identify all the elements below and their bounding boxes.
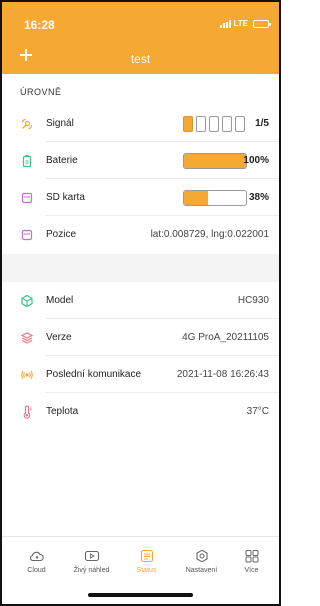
- position-icon: [21, 229, 33, 240]
- cell-signal-icon: [220, 19, 232, 28]
- signal-label: Signál: [46, 118, 74, 129]
- cloud-icon: [29, 551, 44, 562]
- temperature-label: Teplota: [46, 406, 79, 417]
- tab-status-label: Status: [136, 567, 157, 574]
- more-icon: [245, 550, 258, 563]
- temperature-row: Teplota 37°C: [2, 393, 279, 430]
- last-communication-value: 2021-11-08 16:26:43: [176, 369, 269, 380]
- header-bar: 16:28 LTE test: [2, 2, 279, 74]
- signal-segment: [222, 115, 232, 132]
- thermometer-icon: [23, 405, 32, 419]
- position-label: Pozice: [46, 229, 77, 240]
- info-list: Model HC930 Verze 4G ProA_20211105 Posle…: [2, 282, 279, 430]
- tab-more-label: Více: [244, 567, 259, 574]
- tab-cloud-label: Cloud: [27, 567, 46, 574]
- model-row: Model HC930: [2, 282, 279, 319]
- model-value: HC930: [237, 295, 269, 306]
- tab-live-view-label: Živý náhled: [73, 567, 110, 574]
- sd-card-level-bar: [183, 189, 247, 206]
- position-row: Pozice lat:0.008729, lng:0.022001: [2, 216, 279, 253]
- tab-settings[interactable]: Nastavení: [174, 549, 229, 574]
- sd-card-value: 38%: [248, 192, 269, 203]
- status-time: 16:28: [24, 18, 55, 32]
- signal-segment: [196, 115, 206, 132]
- sd-card-icon: [21, 192, 33, 203]
- last-communication-label: Poslední komunikace: [46, 369, 142, 380]
- battery-value: 100%: [243, 155, 269, 166]
- model-label: Model: [46, 295, 74, 306]
- tab-settings-label: Nastavení: [185, 567, 218, 574]
- bottom-tab-bar: Cloud Živý náhled Status Nastavení Více: [2, 536, 279, 604]
- device-battery-icon: [253, 19, 271, 28]
- status-indicators: LTE: [220, 19, 271, 28]
- tab-more[interactable]: Více: [224, 549, 279, 574]
- tab-live-view[interactable]: Živý náhled: [64, 549, 119, 574]
- version-label: Verze: [46, 332, 72, 343]
- tab-status[interactable]: Status: [119, 549, 174, 574]
- battery-label: Baterie: [46, 155, 78, 166]
- signal-level-bar: [183, 115, 245, 132]
- signal-segment: [209, 115, 219, 132]
- network-type: LTE: [233, 19, 248, 28]
- communication-icon: [21, 370, 33, 379]
- version-icon: [20, 331, 34, 344]
- battery-row: Baterie 100%: [2, 142, 279, 179]
- model-icon: [21, 294, 33, 307]
- battery-level-bar: [183, 152, 247, 169]
- signal-icon: [21, 118, 33, 129]
- signal-segment: [235, 115, 245, 132]
- version-row: Verze 4G ProA_20211105: [2, 319, 279, 356]
- version-value: 4G ProA_20211105: [182, 332, 269, 343]
- temperature-value: 37°C: [246, 406, 269, 417]
- signal-row: Signál 1/5: [2, 105, 279, 142]
- section-title: ÚROVNĚ: [20, 87, 62, 97]
- sd-card-label: SD karta: [46, 192, 85, 203]
- home-indicator: [88, 593, 193, 597]
- signal-segment: [183, 115, 193, 132]
- page-title: test: [130, 52, 151, 66]
- levels-list: Signál 1/5 Baterie 100% SD karta 38% Poz…: [2, 105, 279, 253]
- settings-icon: [195, 549, 208, 563]
- battery-icon: [22, 154, 32, 167]
- sd-card-row: SD karta 38%: [2, 179, 279, 216]
- status-icon: [140, 549, 153, 563]
- tab-cloud[interactable]: Cloud: [9, 549, 64, 574]
- section-separator: [2, 254, 279, 282]
- app-screen: 16:28 LTE test ÚROVNĚ Signál 1/5 Baterie…: [0, 0, 281, 606]
- last-communication-row: Poslední komunikace 2021-11-08 16:26:43: [2, 356, 279, 393]
- position-value: lat:0.008729, lng:0.022001: [150, 229, 269, 240]
- live-view-icon: [84, 550, 99, 562]
- signal-value: 1/5: [255, 118, 269, 129]
